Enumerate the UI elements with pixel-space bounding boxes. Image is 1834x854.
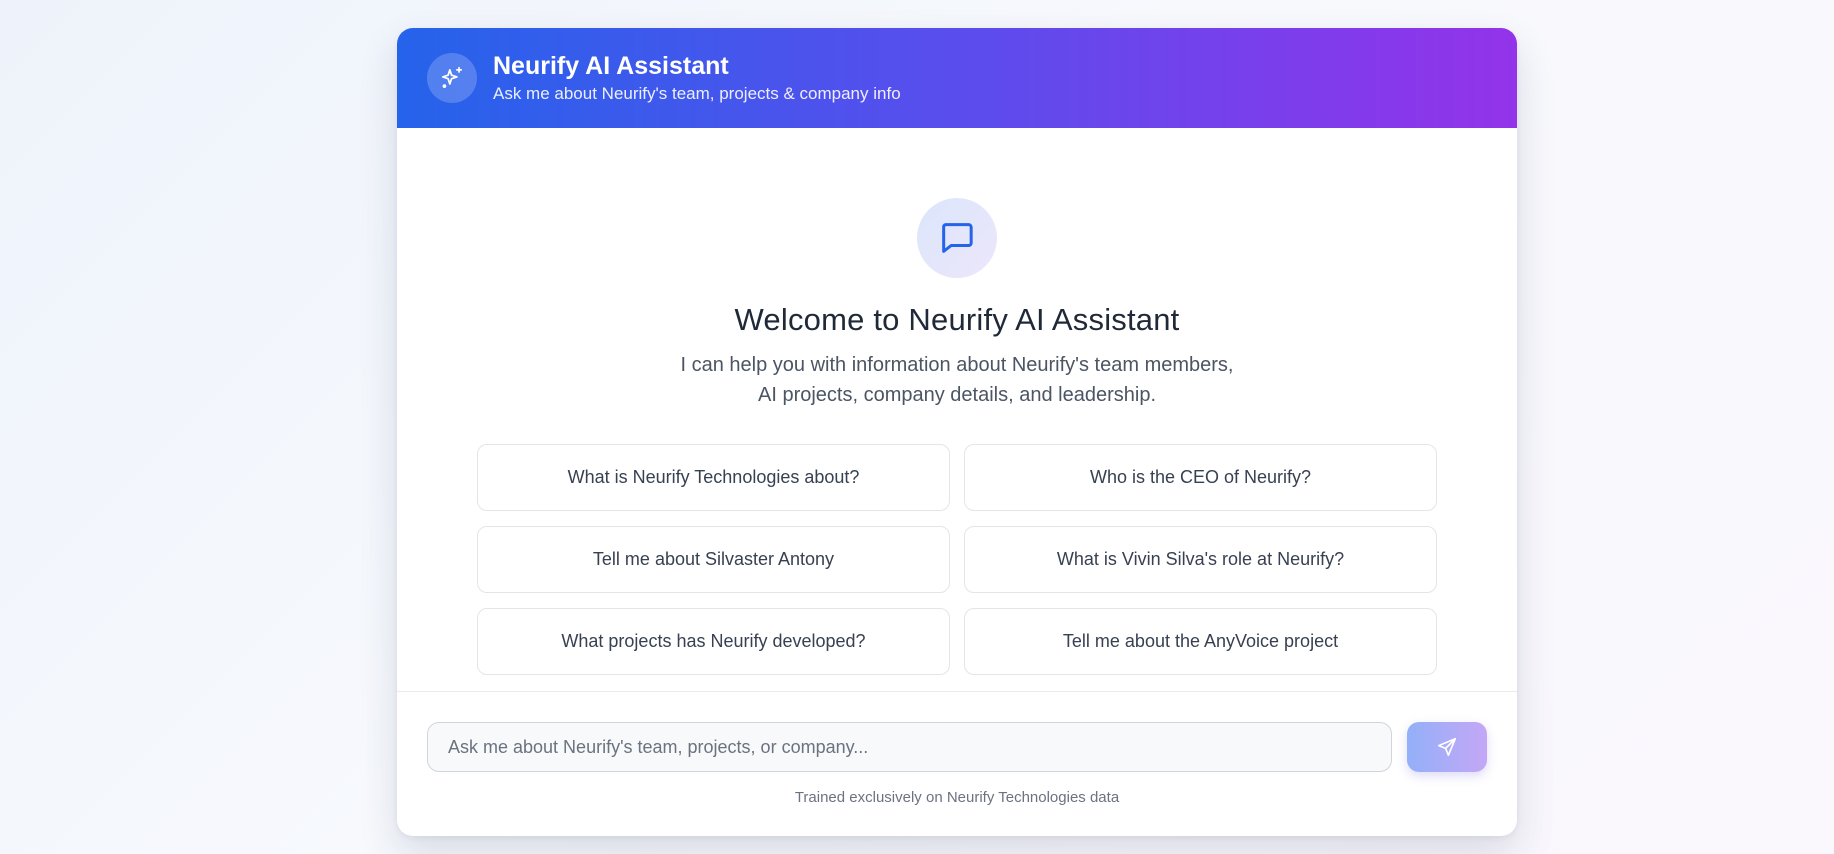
sparkles-icon xyxy=(427,53,477,103)
send-button[interactable] xyxy=(1407,722,1487,772)
welcome-title: Welcome to Neurify AI Assistant xyxy=(734,302,1180,337)
welcome-description: I can help you with information about Ne… xyxy=(657,350,1257,410)
header-title: Neurify AI Assistant xyxy=(493,52,729,80)
input-row xyxy=(427,722,1487,772)
welcome-description-line: AI projects, company details, and leader… xyxy=(758,384,1156,406)
send-icon xyxy=(1436,736,1458,758)
suggestion-button[interactable]: Tell me about the AnyVoice project xyxy=(964,608,1437,675)
chat-header: Neurify AI Assistant Ask me about Neurif… xyxy=(397,28,1517,128)
header-subtitle: Ask me about Neurify's team, projects & … xyxy=(493,84,901,103)
suggestion-button[interactable]: What is Neurify Technologies about? xyxy=(477,444,950,511)
input-footer: Trained exclusively on Neurify Technolog… xyxy=(397,691,1517,836)
suggestion-button[interactable]: What is Vivin Silva's role at Neurify? xyxy=(964,526,1437,593)
welcome-panel: Welcome to Neurify AI Assistant I can he… xyxy=(397,128,1517,691)
suggestion-grid: What is Neurify Technologies about? Who … xyxy=(477,444,1437,675)
suggestion-button[interactable]: Tell me about Silvaster Antony xyxy=(477,526,950,593)
chat-window: Neurify AI Assistant Ask me about Neurif… xyxy=(397,28,1517,836)
chat-input[interactable] xyxy=(427,722,1392,772)
suggestion-button[interactable]: Who is the CEO of Neurify? xyxy=(964,444,1437,511)
chat-bubble-icon xyxy=(917,198,997,278)
suggestion-button[interactable]: What projects has Neurify developed? xyxy=(477,608,950,675)
welcome-description-line: I can help you with information about Ne… xyxy=(680,354,1234,376)
footer-note: Trained exclusively on Neurify Technolog… xyxy=(794,789,1120,806)
